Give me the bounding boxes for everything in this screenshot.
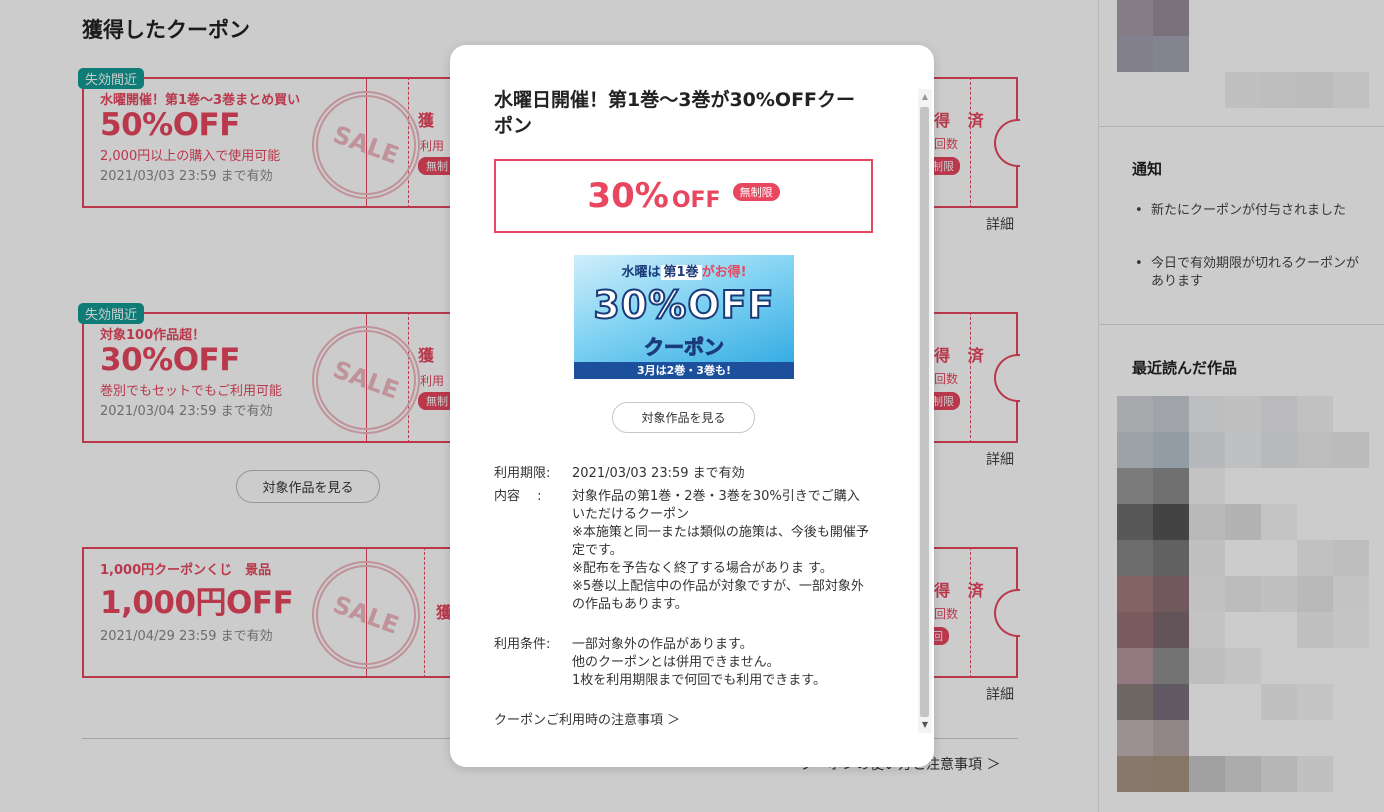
- content-row: 内容 : 対象作品の第1巻・2巻・3巻を30%引きでご購入いただけるクーポン ※…: [494, 488, 884, 632]
- condition-row: 利用条件: 一部対象外の作品があります。 他のクーポンとは併用できません。 1枚…: [494, 636, 884, 690]
- banner-sub: クーポン: [644, 335, 725, 360]
- coupon-notes-link[interactable]: クーポンご利用時の注意事項 ＞: [494, 709, 680, 728]
- condition-label: 利用条件:: [494, 637, 551, 652]
- unlimited-pill: 無制限: [732, 183, 780, 201]
- modal-title: 水曜日開催！第1巻〜3巻が30%OFFクーポン: [494, 89, 856, 137]
- modal-scrollbar[interactable]: ▲ ▼: [918, 89, 932, 733]
- scroll-thumb[interactable]: [920, 107, 929, 717]
- banner-deal: がお得!: [701, 265, 747, 280]
- scroll-up-icon[interactable]: ▲: [918, 89, 932, 105]
- discount-off: OFF: [671, 187, 721, 213]
- content-value: 対象作品の第1巻・2巻・3巻を30%引きでご購入いただけるクーポン ※本施策と同…: [572, 489, 869, 612]
- content-label: 内容 :: [494, 489, 542, 504]
- modal-content: 水曜日開催！第1巻〜3巻が30%OFFクーポン 30% OFF 無制限 水曜は第…: [450, 45, 934, 767]
- modal-view-works-button[interactable]: 対象作品を見る: [612, 402, 755, 433]
- banner-particle: は: [647, 265, 661, 280]
- condition-value: 一部対象外の作品があります。 他のクーポンとは併用できません。 1枚を利用期限ま…: [572, 637, 826, 688]
- banner-main: 30%OFF: [592, 282, 775, 328]
- coupon-detail-modal: 水曜日開催！第1巻〜3巻が30%OFFクーポン 30% OFF 無制限 水曜は第…: [450, 45, 934, 767]
- discount-box: 30% OFF 無制限: [494, 159, 873, 233]
- period-row: 利用期限: 2021/03/03 23:59 まで有効: [494, 465, 884, 483]
- banner-wednesday: 水曜: [621, 265, 648, 280]
- banner-volume1: 第1巻: [660, 265, 702, 280]
- scroll-down-icon[interactable]: ▼: [918, 717, 932, 733]
- period-label: 利用期限:: [494, 466, 551, 481]
- campaign-banner: 水曜は 第1巻 がお得! 30%OFF クーポン 3月は2巻・3巻も!: [574, 255, 794, 379]
- discount-percent: 30%: [587, 176, 669, 216]
- banner-foot: 3月は2巻・3巻も!: [574, 362, 794, 379]
- period-value: 2021/03/03 23:59 まで有効: [572, 466, 745, 481]
